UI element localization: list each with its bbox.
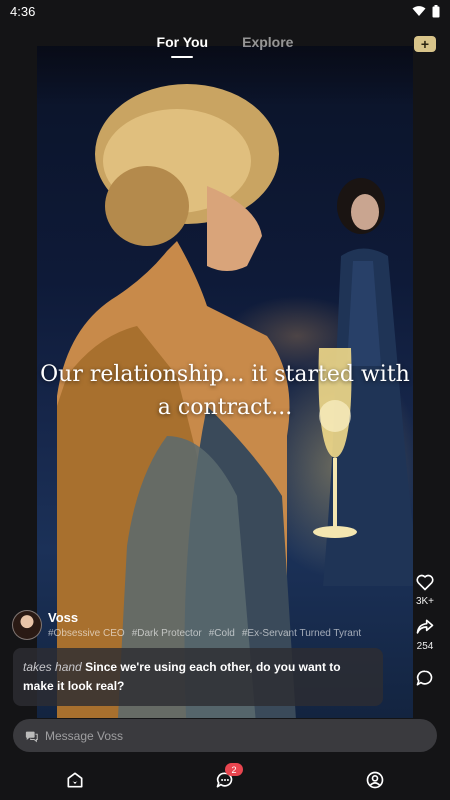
nav-profile[interactable] <box>355 765 395 795</box>
character-avatar[interactable] <box>12 610 42 640</box>
share-icon <box>416 619 434 634</box>
heart-icon <box>416 574 434 591</box>
chat-icon <box>25 731 38 742</box>
tab-explore[interactable]: Explore <box>242 34 293 56</box>
right-action-bar: 3K+ 254 <box>412 572 438 688</box>
chat-bubble-icon <box>416 670 433 686</box>
add-button[interactable]: + <box>414 36 436 52</box>
bottom-nav: 2 <box>0 760 450 800</box>
message-action-text: takes hand <box>23 660 82 674</box>
status-time: 4:36 <box>10 3 36 19</box>
tab-for-you[interactable]: For You <box>157 34 209 56</box>
status-bar: 4:36 <box>0 0 450 22</box>
tag: #Ex-Servant Turned Tyrant <box>241 628 362 639</box>
battery-icon <box>432 4 440 17</box>
like-count: 3K+ <box>415 596 435 607</box>
character-name[interactable]: Voss <box>48 610 361 626</box>
tag: #Obsessive CEO <box>48 628 125 639</box>
story-caption: Our relationship... it started with a co… <box>40 362 410 420</box>
nav-messages[interactable]: 2 <box>205 763 245 795</box>
nav-home[interactable] <box>55 765 95 795</box>
tag: #Dark Protector <box>131 628 202 639</box>
profile-icon <box>366 771 384 789</box>
message-input[interactable] <box>45 728 415 743</box>
message-input-bar[interactable] <box>13 719 437 752</box>
wifi-icon <box>412 6 426 16</box>
home-icon <box>67 772 83 788</box>
comment-button[interactable] <box>415 668 435 688</box>
feed-tabs: For You Explore <box>0 34 450 56</box>
tag: #Cold <box>208 628 235 639</box>
messages-badge: 2 <box>225 763 243 776</box>
share-button[interactable]: 254 <box>415 617 435 652</box>
character-message: takes hand Since we're using each other,… <box>13 648 383 706</box>
character-profile-row: Voss #Obsessive CEO #Dark Protector #Col… <box>12 610 402 640</box>
share-count: 254 <box>416 641 434 652</box>
character-tags: #Obsessive CEO #Dark Protector #Cold #Ex… <box>48 628 361 639</box>
like-button[interactable]: 3K+ <box>415 572 435 607</box>
